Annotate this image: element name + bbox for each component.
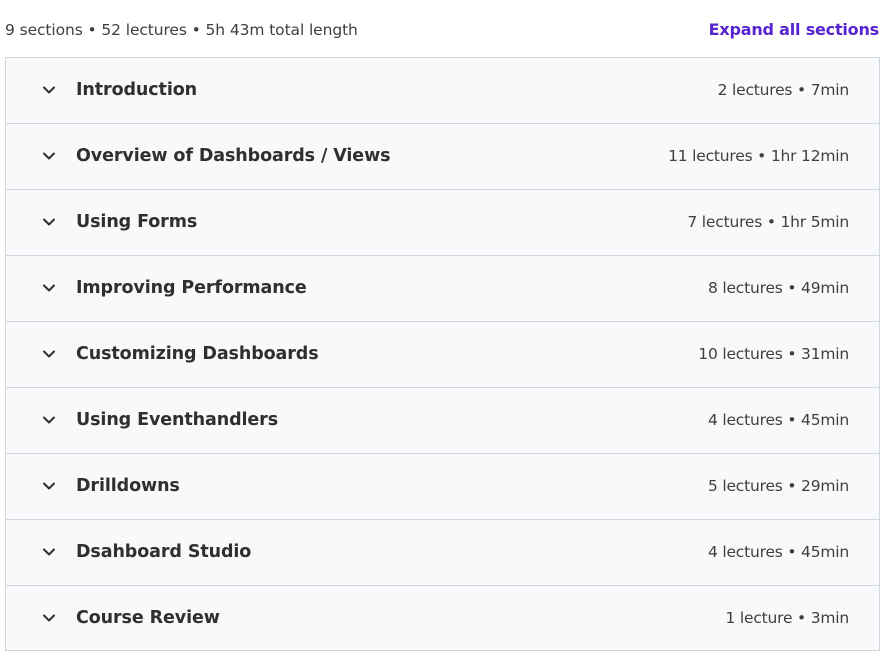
chevron-down-icon <box>42 612 56 624</box>
section-row-improving-performance[interactable]: Improving Performance 8 lectures • 49min <box>6 256 879 322</box>
section-row-customizing-dashboards[interactable]: Customizing Dashboards 10 lectures • 31m… <box>6 322 879 388</box>
chevron-down-icon <box>42 348 56 360</box>
section-row-using-forms[interactable]: Using Forms 7 lectures • 1hr 5min <box>6 190 879 256</box>
curriculum-summary: 9 sections • 52 lectures • 5h 43m total … <box>5 21 358 39</box>
chevron-down-icon <box>42 216 56 228</box>
section-row-overview-of-dashboards-views[interactable]: Overview of Dashboards / Views 11 lectur… <box>6 124 879 190</box>
section-row-drilldowns[interactable]: Drilldowns 5 lectures • 29min <box>6 454 879 520</box>
chevron-down-icon <box>42 150 56 162</box>
chevron-down-icon <box>42 84 56 96</box>
course-curriculum: 9 sections • 52 lectures • 5h 43m total … <box>0 0 883 657</box>
chevron-down-icon <box>42 546 56 558</box>
section-title: Dsahboard Studio <box>76 542 252 562</box>
chevron-down-icon <box>42 480 56 492</box>
section-title: Using Forms <box>76 212 198 232</box>
curriculum-summary-bar: 9 sections • 52 lectures • 5h 43m total … <box>0 0 883 57</box>
chevron-down-icon <box>42 282 56 294</box>
chevron-down-icon <box>42 414 56 426</box>
section-row-dashboard-studio[interactable]: Dsahboard Studio 4 lectures • 45min <box>6 520 879 586</box>
section-row-introduction[interactable]: Introduction 2 lectures • 7min <box>6 58 879 124</box>
section-list: Introduction 2 lectures • 7min Overview … <box>5 57 880 651</box>
section-meta: 2 lectures • 7min <box>717 81 850 99</box>
section-meta: 8 lectures • 49min <box>707 279 849 297</box>
section-title: Drilldowns <box>76 476 180 496</box>
section-title: Using Eventhandlers <box>76 410 279 430</box>
section-title: Overview of Dashboards / Views <box>76 146 391 166</box>
section-meta: 4 lectures • 45min <box>707 411 849 429</box>
section-meta: 7 lectures • 1hr 5min <box>687 213 849 231</box>
section-meta: 1 lecture • 3min <box>725 609 849 627</box>
expand-all-sections-button[interactable]: Expand all sections <box>709 20 880 39</box>
section-title: Customizing Dashboards <box>76 344 319 364</box>
section-row-course-review[interactable]: Course Review 1 lecture • 3min <box>6 586 879 650</box>
section-row-using-eventhandlers[interactable]: Using Eventhandlers 4 lectures • 45min <box>6 388 879 454</box>
section-meta: 11 lectures • 1hr 12min <box>668 147 849 165</box>
section-meta: 5 lectures • 29min <box>707 477 849 495</box>
section-title: Improving Performance <box>76 278 307 298</box>
section-title: Course Review <box>76 608 220 628</box>
section-meta: 10 lectures • 31min <box>698 345 849 363</box>
section-meta: 4 lectures • 45min <box>707 543 849 561</box>
section-title: Introduction <box>76 80 197 100</box>
